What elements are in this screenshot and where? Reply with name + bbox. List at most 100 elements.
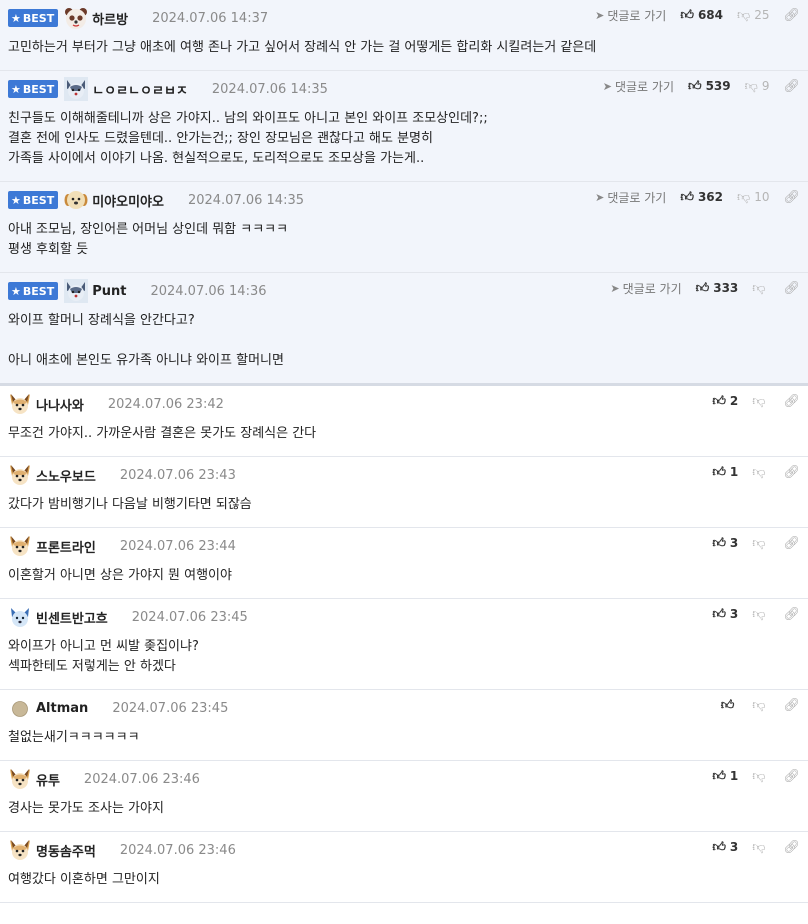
thumbs-up-icon: 👍︎ <box>680 7 694 23</box>
link-icon[interactable]: 🔗︎ <box>783 79 800 94</box>
nickname[interactable]: 유투 <box>36 770 60 789</box>
goto-label: 댓글로 가기 <box>607 8 667 23</box>
thumbs-down-icon: 👎︎ <box>752 697 766 713</box>
link-icon[interactable]: 🔗︎ <box>783 8 800 23</box>
best-comment: ★ BEST ㄴㅇㄹㄴㅇㄹㅂㅈ 2024.07.06 14:35 ➤ 댓글로 가기 👍︎ 53… <box>0 71 808 182</box>
like-button[interactable]: 👍︎ <box>721 698 739 713</box>
timestamp: 2024.07.06 14:35 <box>211 81 328 97</box>
comment-header: 프론트라인 2024.07.06 23:44 <box>8 528 800 564</box>
comment-header: 스노우보드 2024.07.06 23:43 <box>8 457 800 493</box>
fox-dog-avatar[interactable] <box>8 534 32 558</box>
fox-dog-avatar[interactable] <box>8 838 32 862</box>
dislike-button[interactable]: 👎︎ <box>752 281 769 296</box>
link-icon[interactable]: 🔗︎ <box>783 840 800 855</box>
nickname[interactable]: Punt <box>92 284 126 299</box>
timestamp: 2024.07.06 23:45 <box>112 700 229 716</box>
nickname[interactable]: ㄴㅇㄹㄴㅇㄹㅂㅈ <box>92 80 188 99</box>
goto-comment-link[interactable]: ➤ 댓글로 가기 <box>610 280 681 297</box>
goto-comment-link[interactable]: ➤ 댓글로 가기 <box>603 78 674 95</box>
link-icon[interactable]: 🔗︎ <box>783 190 800 205</box>
fox-dog-avatar[interactable] <box>8 767 32 791</box>
comment-text: 무조건 가야지.. 가까운사람 결혼은 못가도 장례식은 간다 <box>8 426 317 441</box>
nickname[interactable]: 하르방 <box>92 9 128 28</box>
like-button[interactable]: 👍︎ 1 <box>712 769 738 784</box>
like-count: 1 <box>729 465 739 479</box>
nickname[interactable]: 스노우보드 <box>36 466 96 485</box>
dislike-button[interactable]: 👎︎ <box>752 698 769 713</box>
like-button[interactable]: 👍︎ 1 <box>712 465 738 480</box>
goto-label: 댓글로 가기 <box>607 190 667 205</box>
link-icon[interactable]: 🔗︎ <box>783 769 800 784</box>
nickname[interactable]: 명동솜주먹 <box>36 841 96 860</box>
nickname[interactable]: Altman <box>36 701 88 716</box>
thumbs-down-icon: 👎︎ <box>752 393 766 409</box>
arrow-icon: ➤ <box>595 8 605 22</box>
arrow-icon: ➤ <box>610 281 620 295</box>
thumbs-up-icon: 👍︎ <box>680 189 694 205</box>
like-count: 362 <box>697 190 723 204</box>
comment-item: 명동솜주먹 2024.07.06 23:46 👍︎ 3 👎︎ 🔗︎ 여행갔다 이혼하면 그만… <box>0 832 808 903</box>
dislike-button[interactable]: 👎︎ <box>752 536 769 551</box>
thumbs-up-icon: 👍︎ <box>720 697 735 713</box>
best-badge: ★ BEST <box>8 9 59 27</box>
like-count: 3 <box>729 840 739 854</box>
like-button[interactable]: 👍︎ 3 <box>712 536 738 551</box>
link-icon[interactable]: 🔗︎ <box>783 281 800 296</box>
puppy-avatar[interactable] <box>64 188 88 212</box>
dislike-button[interactable]: 👎︎ <box>752 769 769 784</box>
like-count: 539 <box>705 79 731 93</box>
like-count: 3 <box>729 536 739 550</box>
dislike-button[interactable]: 👎︎ 10 <box>737 190 769 205</box>
nickname[interactable]: 미야오미야오 <box>92 191 164 210</box>
arrow-icon: ➤ <box>602 79 612 93</box>
dislike-count: 10 <box>754 190 770 204</box>
dislike-button[interactable]: 👎︎ <box>752 607 769 622</box>
like-button[interactable]: 👍︎ 3 <box>712 607 738 622</box>
nickname[interactable]: 빈센트반고흐 <box>36 608 108 627</box>
nickname[interactable]: 프론트라인 <box>36 537 96 556</box>
link-icon[interactable]: 🔗︎ <box>783 394 800 409</box>
comment-text: 철없는새기ㅋㅋㅋㅋㅋㅋ <box>8 730 140 745</box>
dislike-button[interactable]: 👎︎ 9 <box>745 79 770 94</box>
link-icon[interactable]: 🔗︎ <box>783 698 800 713</box>
comment-header: 유투 2024.07.06 23:46 <box>8 761 800 797</box>
comment-actions: ➤ 댓글로 가기 👍︎ 333 👎︎ 🔗︎ <box>610 277 800 299</box>
dislike-button[interactable]: 👎︎ <box>752 394 769 409</box>
like-button[interactable]: 👍︎ 333 <box>696 281 739 296</box>
fox-dog-avatar[interactable] <box>8 463 32 487</box>
comment-text: 와이프가 아니고 먼 씨발 좆집이냐? 섹파한테도 저렇게는 안 하겠다 <box>8 639 199 674</box>
husky-dog-avatar[interactable] <box>64 77 89 101</box>
panda-bear-avatar[interactable] <box>64 6 88 30</box>
comment-actions: ➤ 댓글로 가기 👍︎ 362 👎︎ 10 🔗︎ <box>595 186 800 208</box>
default-circle-avatar[interactable] <box>8 696 32 720</box>
like-button[interactable]: 👍︎ 3 <box>712 840 738 855</box>
thumbs-up-icon: 👍︎ <box>687 78 702 94</box>
thumbs-up-icon: 👍︎ <box>712 839 726 855</box>
blue-dog-avatar[interactable] <box>8 605 32 629</box>
dislike-button[interactable]: 👎︎ <box>752 840 769 855</box>
link-icon[interactable]: 🔗︎ <box>783 536 800 551</box>
nickname[interactable]: 나나사와 <box>36 395 84 414</box>
goto-comment-link[interactable]: ➤ 댓글로 가기 <box>595 189 666 206</box>
thumbs-down-icon: 👎︎ <box>752 535 766 551</box>
dislike-count: 25 <box>754 8 770 22</box>
like-button[interactable]: 👍︎ 2 <box>712 394 738 409</box>
like-button[interactable]: 👍︎ 362 <box>680 190 723 205</box>
like-button[interactable]: 👍︎ 539 <box>688 79 731 94</box>
dislike-count: 9 <box>761 79 770 93</box>
timestamp: 2024.07.06 23:46 <box>119 842 236 858</box>
husky-dog-avatar[interactable] <box>64 279 89 303</box>
goto-comment-link[interactable]: ➤ 댓글로 가기 <box>595 7 666 24</box>
best-comment: ★ BEST Punt 2024.07.06 14:36 ➤ 댓글로 가기 👍︎ 333 👎︎ 🔗… <box>0 273 808 386</box>
thumbs-down-icon: 👎︎ <box>744 78 758 94</box>
thumbs-down-icon: 👎︎ <box>752 280 766 296</box>
link-icon[interactable]: 🔗︎ <box>783 607 800 622</box>
like-count: 3 <box>729 607 739 621</box>
star-icon: ★ <box>11 82 21 96</box>
link-icon[interactable]: 🔗︎ <box>783 465 800 480</box>
thumbs-up-icon: 👍︎ <box>712 535 726 551</box>
fox-dog-avatar[interactable] <box>8 392 32 416</box>
dislike-button[interactable]: 👎︎ 25 <box>737 8 769 23</box>
dislike-button[interactable]: 👎︎ <box>752 465 769 480</box>
like-button[interactable]: 👍︎ 684 <box>680 8 723 23</box>
